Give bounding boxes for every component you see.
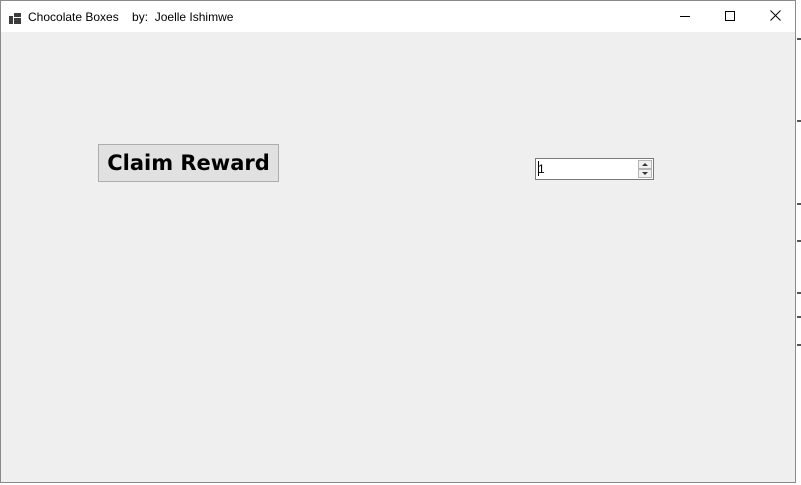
window-title: Chocolate Boxes by: Joelle Ishimwe [28, 10, 234, 24]
close-button[interactable] [752, 1, 795, 32]
background-mark [797, 203, 801, 205]
increment-button[interactable] [638, 160, 652, 169]
background-mark [797, 38, 801, 40]
background-mark [797, 120, 801, 122]
background-mark [797, 292, 801, 294]
title-bar[interactable]: Chocolate Boxes by: Joelle Ishimwe [1, 1, 795, 32]
background-window-edge [796, 0, 801, 485]
maximize-button[interactable] [707, 1, 753, 32]
arrow-up-icon [642, 163, 648, 166]
app-icon [9, 11, 21, 24]
stepper-buttons [638, 160, 652, 178]
close-icon [769, 8, 781, 26]
quantity-input[interactable] [538, 161, 634, 177]
background-mark [797, 240, 801, 242]
claim-reward-button[interactable]: Claim Reward [98, 144, 279, 182]
background-mark [797, 316, 801, 318]
minimize-icon [680, 8, 690, 26]
maximize-icon [725, 8, 735, 26]
app-window: Chocolate Boxes by: Joelle Ishimwe Claim… [0, 0, 796, 483]
decrement-button[interactable] [638, 169, 652, 178]
client-area: Claim Reward [1, 32, 795, 482]
background-mark [797, 344, 801, 346]
minimize-button[interactable] [662, 1, 708, 32]
arrow-down-icon [642, 172, 648, 175]
quantity-stepper[interactable] [535, 158, 654, 180]
